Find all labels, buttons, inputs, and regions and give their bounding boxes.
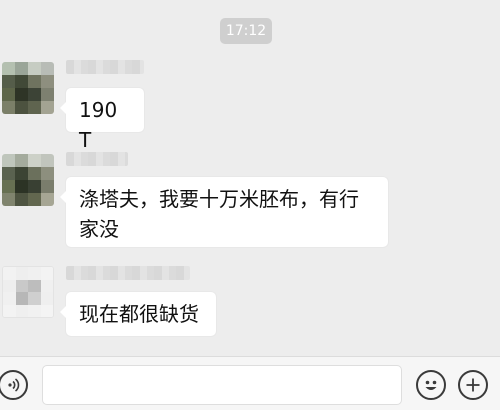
sender-name-blurred — [66, 266, 190, 280]
voice-button[interactable] — [0, 370, 28, 400]
message-bubble[interactable]: 涤塔夫，我要十万米胚布，有行家没 — [60, 177, 388, 247]
plus-button[interactable] — [458, 370, 488, 400]
emoji-button[interactable] — [416, 370, 446, 400]
plus-icon — [466, 378, 480, 392]
message-bubble[interactable]: 现在都很缺货 — [60, 292, 216, 336]
sender-name-blurred — [66, 60, 144, 74]
message-bubble[interactable]: 190 T — [60, 88, 144, 152]
avatar[interactable] — [2, 154, 54, 206]
message-input[interactable] — [42, 365, 402, 405]
timestamp-badge: 17:12 — [220, 18, 272, 44]
voice-icon — [8, 378, 20, 392]
avatar[interactable] — [2, 62, 54, 114]
avatar[interactable] — [2, 266, 54, 318]
emoji-icon — [425, 380, 437, 390]
chat-input-bar — [0, 356, 500, 410]
chat-screen: 17:12 190 T 涤塔夫，我要十万米胚布，有行家没 现在都很缺货 — [0, 0, 500, 410]
sender-name-blurred — [66, 152, 128, 166]
